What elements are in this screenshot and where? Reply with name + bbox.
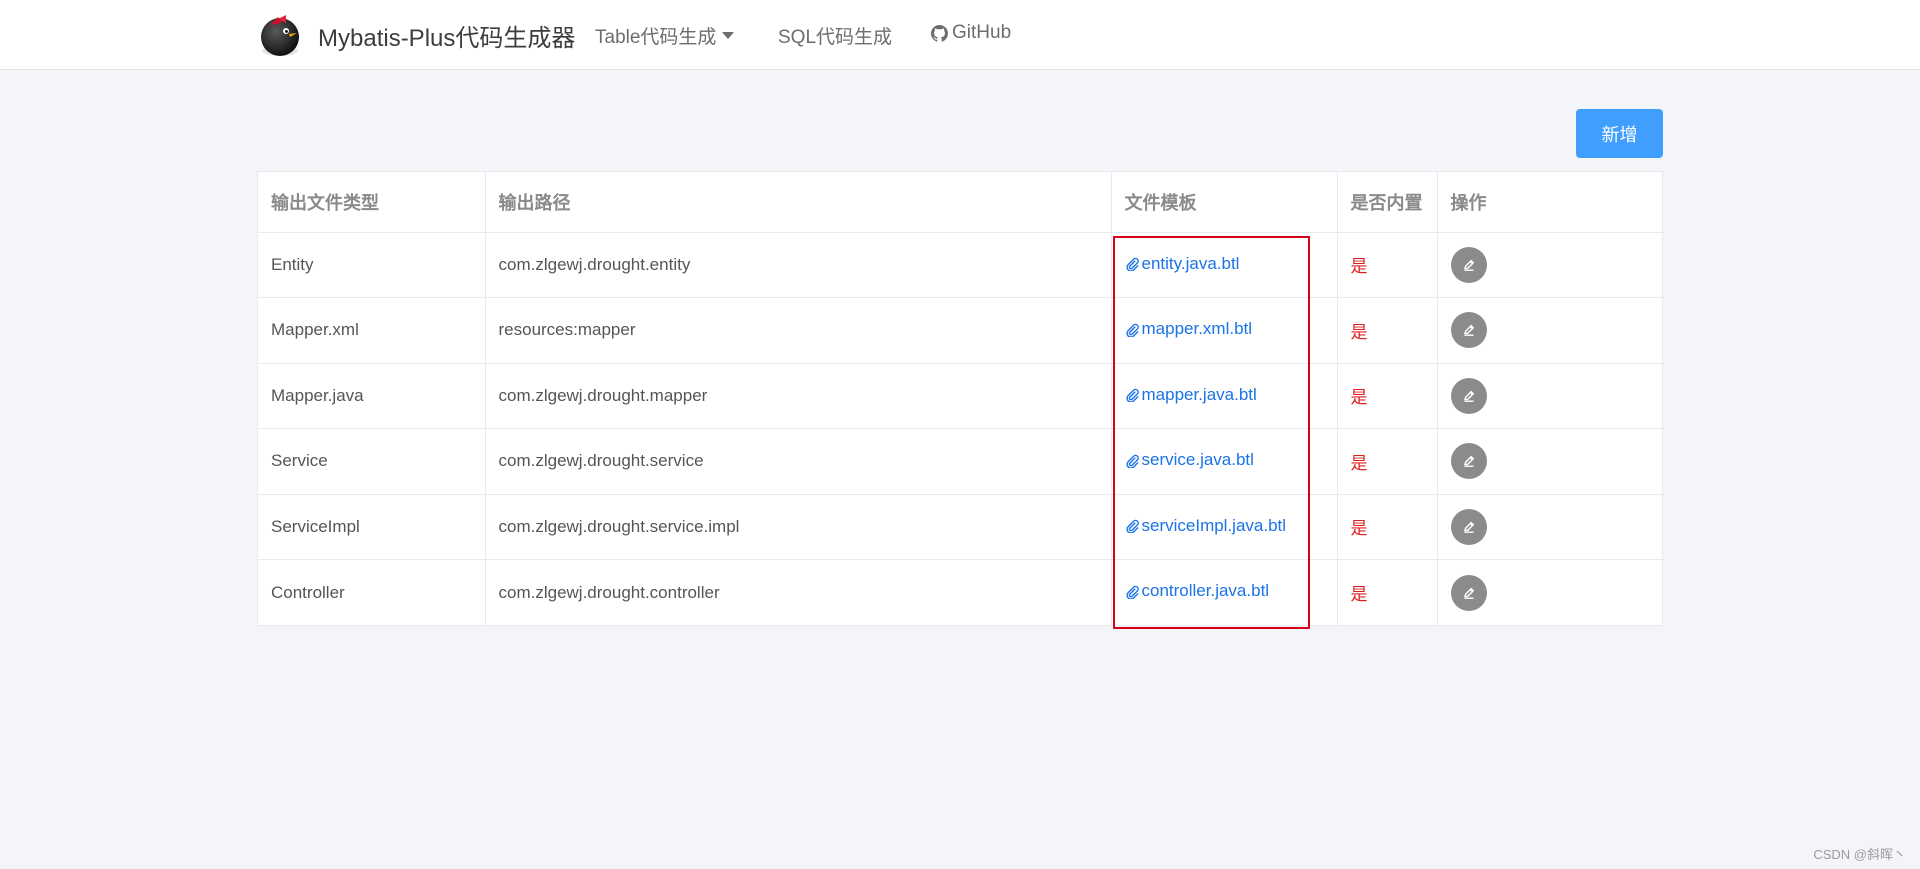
edit-icon xyxy=(1461,322,1477,338)
col-header-file-type: 输出文件类型 xyxy=(258,172,486,233)
template-link[interactable]: controller.java.btl xyxy=(1125,581,1270,601)
edit-icon xyxy=(1461,519,1477,535)
cell-output-path: com.zlgewj.drought.service xyxy=(485,428,1112,495)
table-header-row: 输出文件类型 输出路径 文件模板 是否内置 操作 xyxy=(258,172,1664,233)
edit-button[interactable] xyxy=(1450,312,1487,349)
nav-sql-codegen[interactable]: SQL代码生成 xyxy=(778,22,892,49)
builtin-value: 是 xyxy=(1350,322,1368,342)
paperclip-icon xyxy=(1125,518,1140,533)
edit-icon xyxy=(1461,453,1477,469)
template-link[interactable]: service.java.btl xyxy=(1125,450,1254,470)
col-header-builtin: 是否内置 xyxy=(1337,172,1438,233)
cell-template: service.java.btl xyxy=(1111,428,1338,495)
cell-template: mapper.java.btl xyxy=(1111,363,1338,429)
cell-output-path: com.zlgewj.drought.entity xyxy=(485,232,1112,298)
caret-down-icon xyxy=(722,32,735,39)
paperclip-icon xyxy=(1125,256,1140,271)
builtin-value: 是 xyxy=(1350,453,1368,473)
cell-output-path: com.zlgewj.drought.controller xyxy=(485,559,1112,625)
template-link[interactable]: entity.java.btl xyxy=(1125,253,1240,274)
table-row: Service com.zlgewj.drought.service service… xyxy=(258,428,1664,495)
cell-file-type: ServiceImpl xyxy=(258,494,486,560)
paperclip-icon xyxy=(1125,387,1140,402)
paperclip-icon xyxy=(1125,322,1140,337)
template-table: 输出文件类型 输出路径 文件模板 是否内置 操作 Entity com.zlgew… xyxy=(257,171,1664,626)
cell-file-type: Mapper.java xyxy=(258,363,486,429)
template-link-label: mapper.xml.btl xyxy=(1141,319,1253,338)
table-row: ServiceImpl com.zlgewj.drought.service.im… xyxy=(258,494,1664,560)
cell-builtin: 是 xyxy=(1337,559,1438,625)
edit-button[interactable] xyxy=(1450,377,1487,414)
template-link-label: controller.java.btl xyxy=(1141,581,1270,601)
nav-sql-codegen-label: SQL代码生成 xyxy=(778,27,893,48)
cell-actions xyxy=(1437,232,1664,298)
cell-builtin: 是 xyxy=(1337,297,1438,364)
cell-builtin: 是 xyxy=(1337,494,1438,560)
cell-actions xyxy=(1437,560,1664,626)
template-link[interactable]: serviceImpl.java.btl xyxy=(1125,515,1287,536)
cell-actions xyxy=(1437,297,1664,364)
cell-template: serviceImpl.java.btl xyxy=(1111,494,1338,560)
edit-icon xyxy=(1461,388,1477,404)
table-row: Controller com.zlgewj.drought.controller c… xyxy=(258,559,1664,626)
col-header-output-path: 输出路径 xyxy=(485,172,1112,233)
template-link-label: mapper.java.btl xyxy=(1141,384,1257,404)
paperclip-icon xyxy=(1125,584,1140,599)
cell-file-type: Service xyxy=(258,428,486,495)
brand-title: Mybatis-Plus代码生成器 xyxy=(318,24,576,52)
cell-output-path: com.zlgewj.drought.service.impl xyxy=(485,494,1112,560)
template-link-label: service.java.btl xyxy=(1141,450,1254,469)
cell-actions xyxy=(1437,363,1664,429)
nav-table-codegen-label: Table代码生成 xyxy=(595,27,717,48)
edit-button[interactable] xyxy=(1450,246,1487,283)
edit-button[interactable] xyxy=(1450,508,1487,545)
cell-actions xyxy=(1437,494,1664,560)
template-link[interactable]: mapper.java.btl xyxy=(1125,385,1257,405)
top-navbar: Mybatis-Plus代码生成器 Table代码生成 SQL代码生成 GitH… xyxy=(0,0,1920,70)
cell-output-path: resources:mapper xyxy=(485,297,1112,364)
builtin-value: 是 xyxy=(1350,257,1368,277)
cell-builtin: 是 xyxy=(1337,428,1438,495)
cell-file-type: Mapper.xml xyxy=(258,297,486,364)
cell-template: mapper.xml.btl xyxy=(1111,297,1338,364)
cell-file-type: Controller xyxy=(258,559,486,625)
table-row: Mapper.java com.zlgewj.drought.mapper mapp… xyxy=(258,363,1664,429)
builtin-value: 是 xyxy=(1350,388,1368,408)
template-link-label: serviceImpl.java.btl xyxy=(1141,515,1287,535)
template-link[interactable]: mapper.xml.btl xyxy=(1125,319,1253,339)
edit-button[interactable] xyxy=(1450,443,1487,480)
add-button[interactable]: 新增 xyxy=(1576,109,1663,158)
nav-table-codegen[interactable]: Table代码生成 xyxy=(595,22,735,49)
logo-icon xyxy=(256,11,304,59)
cell-builtin: 是 xyxy=(1337,232,1438,298)
nav-github[interactable]: GitHub xyxy=(931,22,1011,44)
table-row: Mapper.xml resources:mapper mapper.xml.btl… xyxy=(258,297,1664,364)
cell-template: entity.java.btl xyxy=(1111,232,1338,298)
edit-button[interactable] xyxy=(1450,574,1487,611)
col-header-actions: 操作 xyxy=(1437,172,1664,233)
template-link-label: entity.java.btl xyxy=(1141,253,1240,273)
watermark: CSDN @斜晖丶 xyxy=(1813,847,1906,862)
cell-builtin: 是 xyxy=(1337,363,1438,429)
cell-actions xyxy=(1437,428,1664,495)
table-row: Entity com.zlgewj.drought.entity entity.ja… xyxy=(258,232,1664,298)
col-header-template: 文件模板 xyxy=(1111,172,1338,233)
github-icon xyxy=(931,24,948,42)
edit-icon xyxy=(1461,257,1477,273)
cell-template: controller.java.btl xyxy=(1111,559,1338,625)
builtin-value: 是 xyxy=(1350,519,1368,539)
cell-file-type: Entity xyxy=(258,232,486,298)
builtin-value: 是 xyxy=(1350,585,1368,604)
cell-output-path: com.zlgewj.drought.mapper xyxy=(485,363,1112,429)
nav-github-label: GitHub xyxy=(952,22,1012,43)
edit-icon xyxy=(1461,585,1477,601)
brand[interactable]: Mybatis-Plus代码生成器 xyxy=(256,10,575,60)
paperclip-icon xyxy=(1125,453,1140,468)
